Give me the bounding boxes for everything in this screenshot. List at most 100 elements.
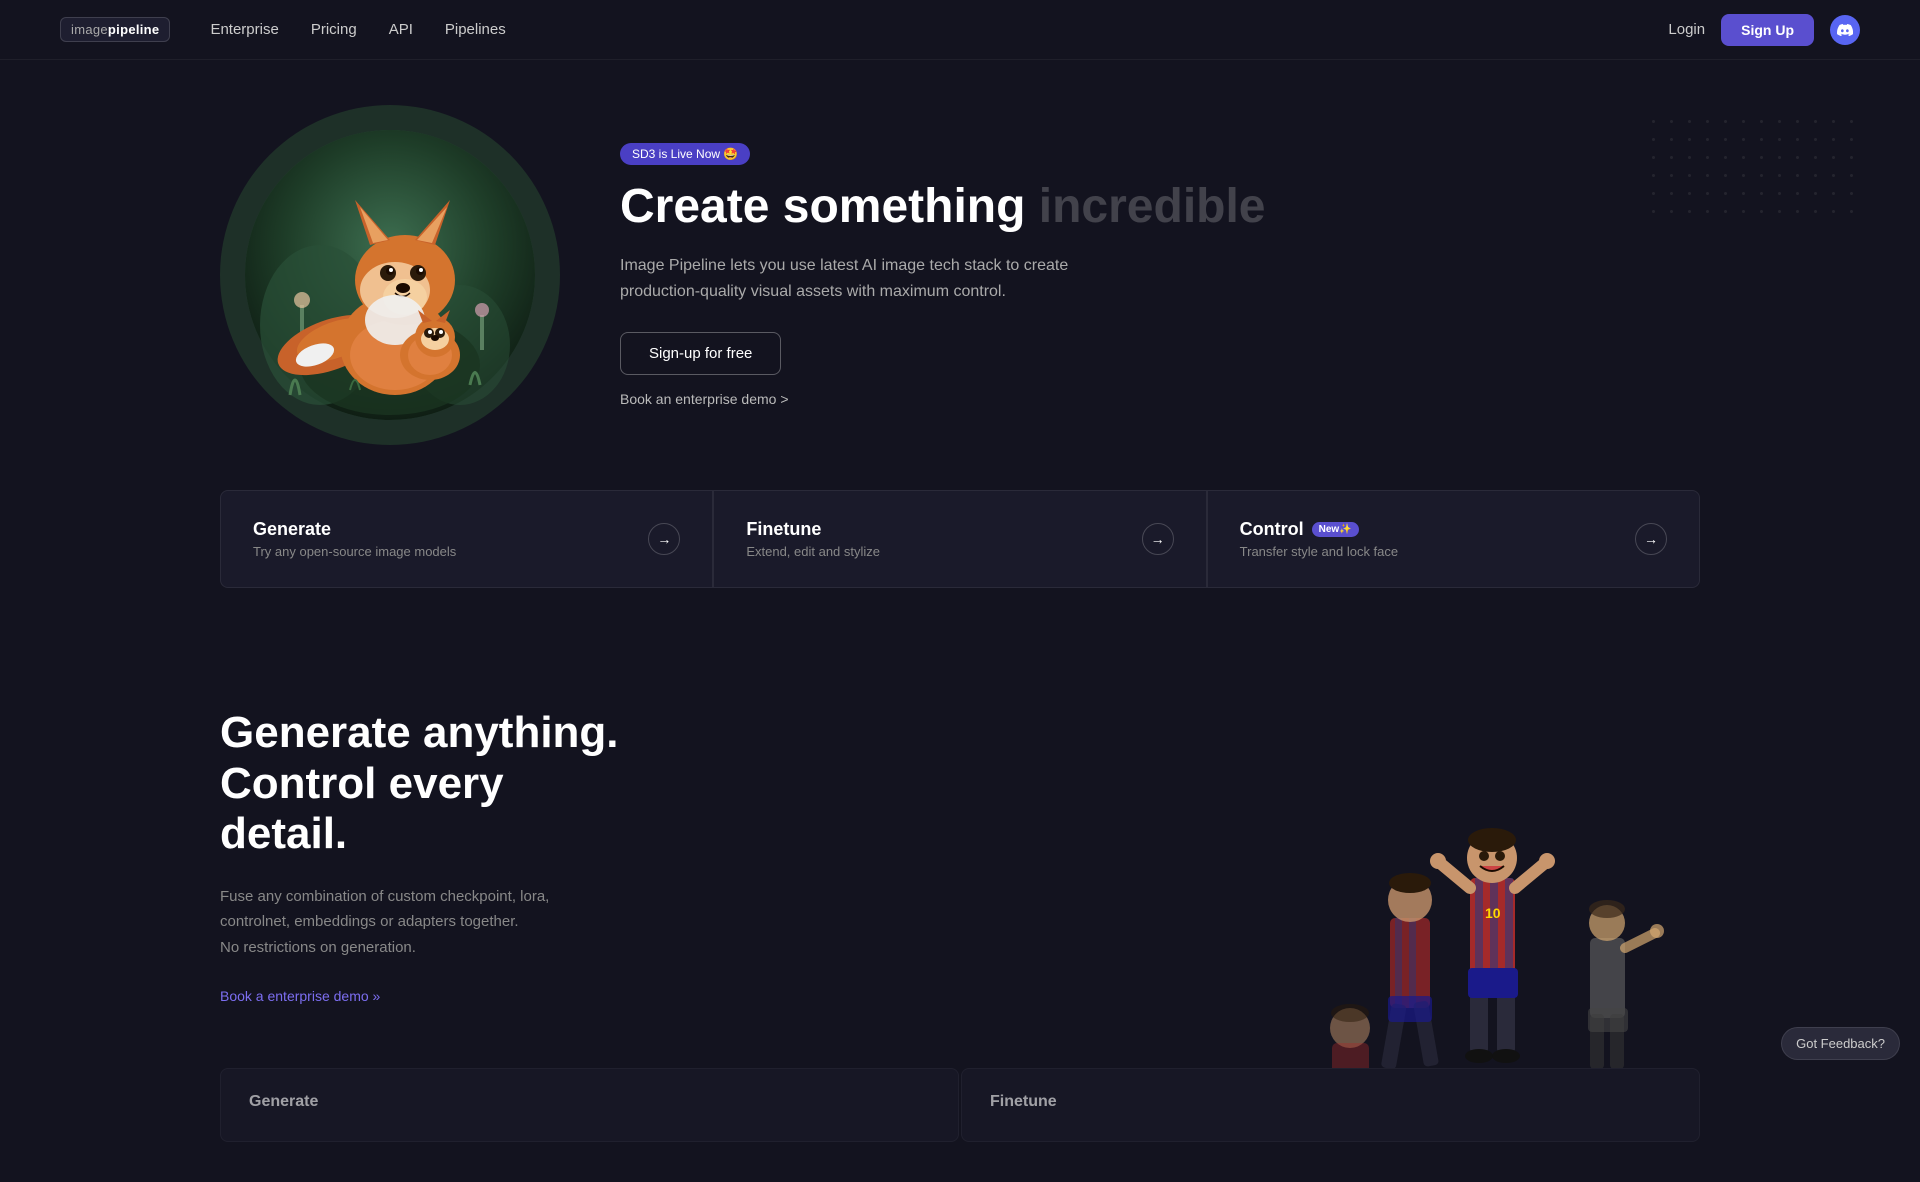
- dot: [1796, 192, 1799, 195]
- feature-finetune-desc: Extend, edit and stylize: [746, 544, 880, 559]
- feature-finetune-arrow[interactable]: →: [1142, 523, 1174, 555]
- hero-text: SD3 is Live Now 🤩 Create something incre…: [620, 143, 1700, 408]
- dot: [1832, 138, 1835, 141]
- signup-button[interactable]: Sign Up: [1721, 14, 1814, 46]
- dot: [1814, 210, 1817, 213]
- dot: [1850, 138, 1853, 141]
- dot: [1850, 210, 1853, 213]
- dot: [1652, 120, 1655, 123]
- dot: [1760, 138, 1763, 141]
- dot: [1742, 156, 1745, 159]
- dot: [1778, 156, 1781, 159]
- discord-icon[interactable]: [1830, 15, 1860, 45]
- fox-svg: [240, 125, 540, 425]
- feature-generate-desc: Try any open-source image models: [253, 544, 456, 559]
- nav-pricing[interactable]: Pricing: [311, 21, 357, 38]
- dot: [1814, 174, 1817, 177]
- enterprise-demo-link[interactable]: Book an enterprise demo >: [620, 391, 1700, 407]
- badge: SD3 is Live Now 🤩: [620, 143, 750, 165]
- dot: [1832, 174, 1835, 177]
- feedback-button[interactable]: Got Feedback?: [1781, 1027, 1900, 1060]
- dot: [1814, 138, 1817, 141]
- hero-title: Create something incredible: [620, 181, 1700, 234]
- dot: [1670, 156, 1673, 159]
- nav-links: Enterprise Pricing API Pipelines: [210, 21, 1668, 38]
- bottom-card-generate-title: Generate: [249, 1093, 930, 1111]
- section2-right: 10: [720, 708, 1700, 1008]
- dot: [1670, 174, 1673, 177]
- hero-section: SD3 is Live Now 🤩 Create something incre…: [0, 60, 1920, 490]
- section2-left: Generate anything. Control every detail.…: [220, 708, 640, 1008]
- dot: [1688, 120, 1691, 123]
- feature-card-control[interactable]: Control New✨ Transfer style and lock fac…: [1207, 490, 1700, 588]
- dot: [1760, 174, 1763, 177]
- dot: [1724, 210, 1727, 213]
- dot: [1778, 192, 1781, 195]
- dot: [1832, 192, 1835, 195]
- nav-pipelines[interactable]: Pipelines: [445, 21, 506, 38]
- dot: [1778, 138, 1781, 141]
- dot: [1796, 174, 1799, 177]
- soccer-image-area: 10: [1260, 718, 1760, 1068]
- dot: [1850, 120, 1853, 123]
- dot: [1814, 120, 1817, 123]
- feature-finetune-title: Finetune: [746, 519, 880, 540]
- soccer-players-svg: 10: [1260, 718, 1760, 1068]
- dot: [1724, 174, 1727, 177]
- dot: [1778, 120, 1781, 123]
- dot: [1796, 156, 1799, 159]
- feature-control-desc: Transfer style and lock face: [1240, 544, 1398, 559]
- dot: [1670, 192, 1673, 195]
- dot: [1742, 210, 1745, 213]
- nav-enterprise[interactable]: Enterprise: [210, 21, 278, 38]
- dot: [1850, 192, 1853, 195]
- bottom-card-finetune[interactable]: Finetune: [961, 1068, 1700, 1142]
- dot: [1778, 174, 1781, 177]
- dot: [1814, 156, 1817, 159]
- feature-card-finetune-text: Finetune Extend, edit and stylize: [746, 519, 880, 559]
- dot: [1688, 156, 1691, 159]
- dot: [1742, 120, 1745, 123]
- dot: [1706, 210, 1709, 213]
- dot: [1760, 120, 1763, 123]
- feature-card-generate-text: Generate Try any open-source image model…: [253, 519, 456, 559]
- dot: [1688, 174, 1691, 177]
- dot: [1850, 156, 1853, 159]
- nav-api[interactable]: API: [389, 21, 413, 38]
- dot: [1688, 138, 1691, 141]
- dot: [1742, 138, 1745, 141]
- dot: [1652, 174, 1655, 177]
- dot: [1778, 210, 1781, 213]
- dot: [1670, 210, 1673, 213]
- dot: [1706, 120, 1709, 123]
- dot: [1832, 210, 1835, 213]
- dot-grid-decoration: // Will be generated in JS below: [1652, 120, 1860, 220]
- page-content: SD3 is Live Now 🤩 Create something incre…: [0, 0, 1920, 1182]
- signup-cta-button[interactable]: Sign-up for free: [620, 332, 781, 375]
- feature-card-generate[interactable]: Generate Try any open-source image model…: [220, 490, 713, 588]
- section2: Generate anything. Control every detail.…: [0, 648, 1920, 1068]
- dot: [1796, 138, 1799, 141]
- enterprise-demo2-link[interactable]: Book a enterprise demo »: [220, 988, 380, 1004]
- feature-cards: Generate Try any open-source image model…: [220, 490, 1700, 588]
- feature-control-arrow[interactable]: →: [1635, 523, 1667, 555]
- logo[interactable]: imagepipeline: [60, 17, 170, 42]
- feature-card-finetune[interactable]: Finetune Extend, edit and stylize →: [713, 490, 1206, 588]
- bottom-card-finetune-title: Finetune: [990, 1093, 1671, 1111]
- dot: [1832, 156, 1835, 159]
- dot: [1742, 174, 1745, 177]
- dot: [1706, 156, 1709, 159]
- dot: [1706, 174, 1709, 177]
- dot: [1652, 138, 1655, 141]
- bottom-card-generate[interactable]: Generate: [220, 1068, 959, 1142]
- login-button[interactable]: Login: [1668, 21, 1705, 38]
- dot: [1796, 120, 1799, 123]
- feature-generate-arrow[interactable]: →: [648, 523, 680, 555]
- section2-desc: Fuse any combination of custom checkpoin…: [220, 884, 640, 961]
- dot: [1724, 192, 1727, 195]
- dot: [1706, 138, 1709, 141]
- dot: [1724, 138, 1727, 141]
- dot: [1850, 174, 1853, 177]
- dot: [1688, 192, 1691, 195]
- dot: [1760, 156, 1763, 159]
